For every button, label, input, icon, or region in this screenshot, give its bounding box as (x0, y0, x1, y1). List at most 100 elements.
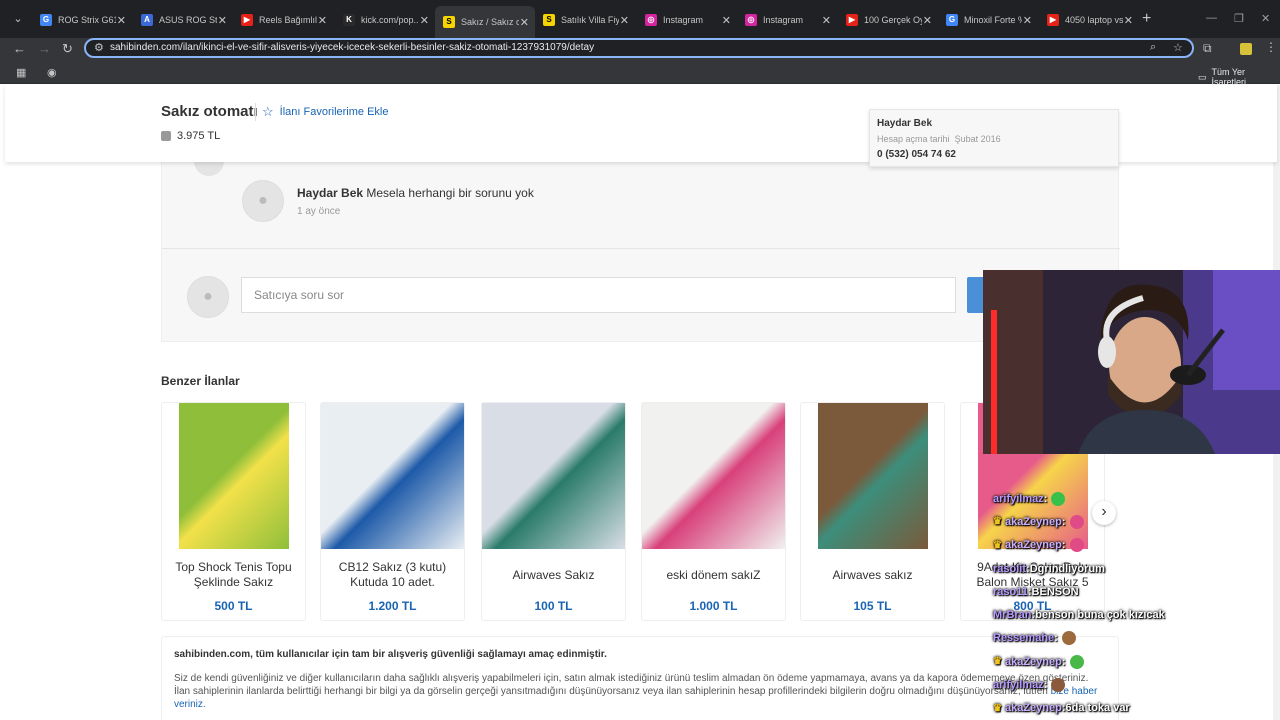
listing-thumbnail[interactable] (482, 403, 625, 549)
browser-tab[interactable]: Kkick.com/pop... ✕ (335, 8, 435, 32)
close-tab-icon[interactable]: ✕ (1124, 14, 1133, 27)
browser-tab[interactable]: ◎ Instagram ✕ (737, 8, 837, 32)
listing-price-value: 3.975 TL (177, 130, 221, 142)
similar-listing-title[interactable]: Top Shock Tenis Topu Şeklinde Sakız (166, 560, 301, 590)
similar-listing-price: 500 TL (214, 599, 253, 613)
close-window-button[interactable]: ✕ (1261, 12, 1270, 25)
menu-kebab-icon[interactable]: ⋮ (1265, 40, 1277, 54)
seller-phone: 0 (532) 054 74 62 (877, 149, 956, 160)
close-tab-icon[interactable]: ✕ (923, 14, 932, 27)
questions-box: ● Haydar Bek Mesela herhangi bir sorunu … (161, 145, 1120, 342)
listing-thumbnail[interactable] (642, 403, 785, 549)
browser-tab[interactable]: S Sakız / Sakız ot ✕ (435, 6, 535, 38)
similar-listing-card[interactable]: CB12 Sakız (3 kutu) Kutuda 10 adet. 1.200… (320, 402, 465, 621)
similar-listing-card[interactable]: Top Shock Tenis Topu Şeklinde Sakız 500 T… (161, 402, 306, 621)
chat-username[interactable]: MrBran (993, 609, 1032, 621)
chat-username[interactable]: akaZeynep (1005, 539, 1062, 551)
tab-title: kick.com/pop... (361, 15, 419, 25)
browser-tab[interactable]: S Satılık Villa Fiy ✕ (535, 8, 635, 32)
tab-strip: ⌄ GROG Strix G614✕AASUS ROG Strix✕▶Reels… (0, 0, 1280, 38)
chat-username[interactable]: akaZeynep (1005, 656, 1062, 668)
chat-message: arifyilmaz : (993, 673, 1280, 696)
tab-title: Instagram (763, 15, 804, 25)
add-favorite-link[interactable]: ☆ İlanı Favorilerime Ekle (255, 103, 388, 121)
answer-author: Haydar Bek (297, 186, 364, 200)
chat-username[interactable]: arifyilmaz (993, 493, 1044, 505)
extensions-icon[interactable]: ⧉ (1203, 41, 1212, 56)
similar-listing-title[interactable]: eski dönem sakıZ (646, 560, 781, 590)
bookmark-star-icon[interactable]: ☆ (1173, 41, 1183, 54)
address-bar[interactable]: ⚙ sahibinden.com/ilan/ikinci-el-ve-sifir… (84, 38, 1194, 58)
emote-icon (1069, 654, 1084, 669)
similar-listing-price: 1.000 TL (689, 599, 738, 613)
tab-title: 100 Gerçek Oy (864, 15, 922, 25)
chat-username[interactable]: arifyilmaz (993, 679, 1044, 691)
chat-username[interactable]: akaZeynep (1005, 516, 1062, 528)
tab-favicon-icon: ▶ (846, 14, 858, 26)
seller-name[interactable]: Haydar Bek (877, 118, 1111, 129)
browser-tab[interactable]: G Minoxil Forte % ✕ (938, 8, 1038, 32)
close-tab-icon[interactable]: ✕ (318, 14, 327, 27)
new-tab-button[interactable]: + (1142, 10, 1151, 28)
back-icon[interactable]: ← (13, 41, 26, 56)
close-tab-icon[interactable]: ✕ (420, 14, 429, 27)
avatar: ● (187, 276, 229, 318)
chat-separator: : (1043, 492, 1048, 505)
apps-grid-icon[interactable]: ▦ (16, 66, 26, 79)
chat-username[interactable]: Ressemahe (993, 632, 1054, 644)
browser-tab[interactable]: A ASUS ROG Strix✕ (133, 8, 233, 32)
close-tab-icon[interactable]: ✕ (1023, 14, 1032, 27)
similar-listing-title[interactable]: CB12 Sakız (3 kutu) Kutuda 10 adet. (325, 560, 460, 590)
listing-title: Sakız otomatı (161, 103, 258, 120)
browser-tab[interactable]: ◎ Instagram ✕ (637, 8, 737, 32)
browser-tab[interactable]: G ROG Strix G614✕ (32, 8, 132, 32)
profile-icon[interactable] (1240, 43, 1252, 55)
chat-username[interactable]: rasolit (993, 563, 1026, 575)
crown-badge-icon: ♛ (993, 516, 1002, 528)
chat-message: ♛ akaZeynep : 6da toka var (993, 697, 1280, 720)
listing-thumbnail[interactable] (801, 403, 944, 549)
tab-favicon-icon: ◎ (745, 14, 757, 26)
chat-separator: : (1061, 655, 1066, 668)
all-bookmarks[interactable]: ▭ Tüm Yer İşaretleri (1198, 67, 1280, 87)
browser-tab[interactable]: ▶ Reels Bağımlılığı✕ (233, 8, 333, 32)
restore-button[interactable]: ❐ (1234, 12, 1244, 25)
close-tab-icon[interactable]: ✕ (620, 14, 629, 27)
tab-title: ASUS ROG Strix (159, 15, 217, 25)
answer-message: Mesela herhangi bir sorunu yok (366, 186, 534, 200)
close-tab-icon[interactable]: ✕ (218, 14, 227, 27)
chat-text: BENSON (1031, 585, 1079, 598)
similar-listing-title[interactable]: Airwaves sakız (805, 560, 940, 590)
close-tab-icon[interactable]: ✕ (520, 16, 529, 29)
chat-username[interactable]: raso11 (993, 586, 1028, 598)
close-tab-icon[interactable]: ✕ (117, 14, 126, 27)
close-tab-icon[interactable]: ✕ (722, 14, 731, 27)
similar-listing-card[interactable]: eski dönem sakıZ 1.000 TL (641, 402, 786, 621)
star-icon: ☆ (262, 104, 274, 119)
site-info-icon[interactable]: ⚙ (94, 41, 104, 54)
globe-icon[interactable]: ◉ (47, 66, 57, 79)
similar-listing-title[interactable]: Airwaves Sakız (486, 560, 621, 590)
browser-tab[interactable]: ▶ 4050 laptop vs ✕ (1039, 8, 1139, 32)
reload-icon[interactable]: ↻ (62, 41, 73, 57)
stream-chat: arifyilmaz : ♛ akaZeynep : ♛ akaZeynep : r… (993, 487, 1280, 720)
tab-search-button[interactable]: ⌄ (8, 10, 28, 28)
minimize-button[interactable]: — (1206, 12, 1217, 24)
chat-message: ♛ akaZeynep : (993, 650, 1280, 673)
close-tab-icon[interactable]: ✕ (822, 14, 831, 27)
ask-seller-input[interactable] (241, 277, 956, 313)
tab-favicon-icon: K (343, 14, 355, 26)
safety-notice-body: Siz de kendi güvenliğiniz ve diğer kulla… (174, 672, 1106, 711)
zoom-icon[interactable]: ⌕ (1150, 41, 1156, 54)
chat-username[interactable]: akaZeynep (1005, 702, 1062, 714)
chat-message: rasolit : Dgrindliyorum (993, 557, 1280, 580)
tab-favicon-icon: ◎ (645, 14, 657, 26)
similar-listing-card[interactable]: Airwaves Sakız 100 TL (481, 402, 626, 621)
browser-tab[interactable]: ▶ 100 Gerçek Oy ✕ (838, 8, 938, 32)
listing-thumbnail[interactable] (321, 403, 464, 549)
listing-thumbnail[interactable] (162, 403, 305, 549)
forward-icon[interactable]: → (38, 41, 51, 56)
similar-listing-card[interactable]: Airwaves sakız 105 TL (800, 402, 945, 621)
similar-listing-price: 1.200 TL (368, 599, 417, 613)
webcam-overlay (983, 270, 1280, 454)
